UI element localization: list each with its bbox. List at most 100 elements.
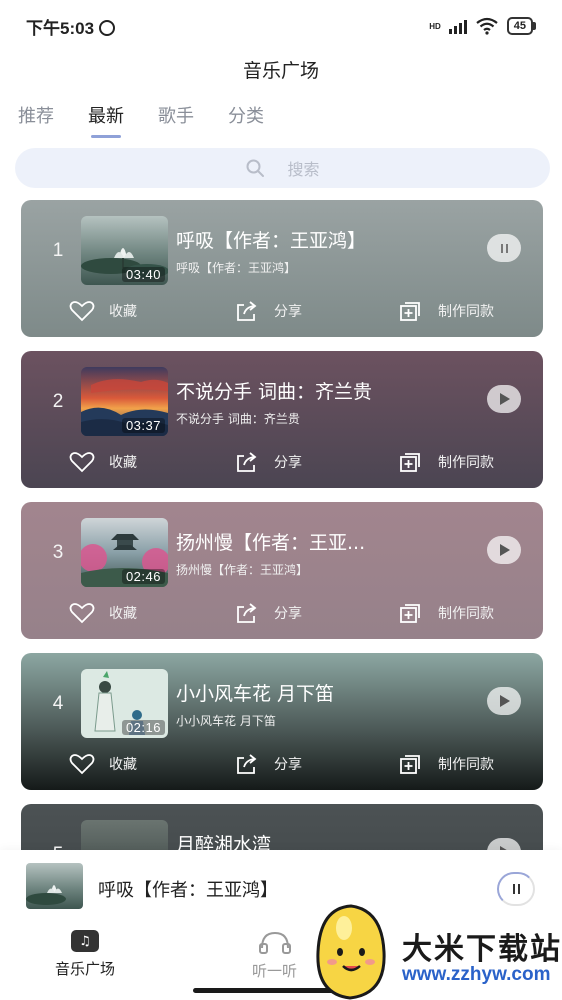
play-button[interactable] <box>487 536 521 564</box>
tab-bar: 推荐 最新 歌手 分类 <box>18 102 264 138</box>
song-cover: 03:37 <box>81 367 168 436</box>
song-card[interactable]: 2 03:37 不说分手 词曲：齐兰贵 不说分手 词曲：齐兰贵 收藏 分享 制作… <box>21 351 543 488</box>
pause-icon <box>512 884 520 894</box>
play-button[interactable] <box>487 687 521 715</box>
share-button[interactable]: 分享 <box>234 300 302 322</box>
network-type-label: HD <box>429 21 441 31</box>
music-note-icon: ♫ <box>71 930 99 952</box>
status-icons: HD 45 <box>429 17 536 35</box>
song-index: 1 <box>52 240 64 261</box>
song-cover: 03:40 <box>81 216 168 285</box>
collect-button[interactable]: 收藏 <box>69 602 137 624</box>
play-icon <box>500 393 510 405</box>
nav-music-square[interactable]: ♫ 音乐广场 <box>55 930 115 979</box>
signal-icon <box>448 18 467 34</box>
make-same-label: 制作同款 <box>438 304 494 320</box>
play-icon <box>500 544 510 556</box>
song-title: 扬州慢【作者：王亚... <box>176 532 366 554</box>
heart-icon <box>69 603 95 624</box>
collect-button[interactable]: 收藏 <box>69 451 137 473</box>
make-same-button[interactable]: 制作同款 <box>398 451 494 473</box>
heart-icon <box>69 452 95 473</box>
status-time: 下午5:03 <box>26 18 95 38</box>
heart-icon <box>69 754 95 775</box>
add-square-icon <box>400 302 420 321</box>
collect-label: 收藏 <box>109 757 137 773</box>
mini-player-cover <box>26 863 83 909</box>
share-icon <box>237 452 257 472</box>
watermark-name: 大米下载站 <box>402 932 562 967</box>
nav-listen[interactable]: 听一听 <box>252 930 297 981</box>
song-subtitle: 呼吸【作者：王亚鸿】 <box>176 261 297 275</box>
add-square-icon <box>400 604 420 623</box>
song-title: 小小风车花 月下笛 <box>176 683 335 705</box>
tab-singer[interactable]: 歌手 <box>158 102 194 138</box>
song-duration: 03:37 <box>121 418 165 433</box>
status-bar: 下午5:03 HD 45 <box>0 0 562 52</box>
play-button[interactable] <box>487 385 521 413</box>
make-same-label: 制作同款 <box>438 455 494 471</box>
share-button[interactable]: 分享 <box>234 602 302 624</box>
make-same-button[interactable]: 制作同款 <box>398 602 494 624</box>
share-label: 分享 <box>274 455 302 471</box>
headphones-icon <box>258 931 291 954</box>
song-title: 不说分手 词曲：齐兰贵 <box>176 381 373 403</box>
song-card[interactable]: 1 03:40 呼吸【作者：王亚鸿】 呼吸【作者：王亚鸿】 收藏 分享 制作同款 <box>21 200 543 337</box>
collect-button[interactable]: 收藏 <box>69 753 137 775</box>
pause-icon <box>500 243 508 253</box>
share-label: 分享 <box>274 304 302 320</box>
play-icon <box>500 695 510 707</box>
pause-button[interactable] <box>487 234 521 262</box>
make-same-label: 制作同款 <box>438 606 494 622</box>
tab-category[interactable]: 分类 <box>228 102 264 138</box>
alarm-icon <box>99 20 116 36</box>
add-square-icon <box>400 755 420 774</box>
share-button[interactable]: 分享 <box>234 451 302 473</box>
tab-latest[interactable]: 最新 <box>88 102 124 138</box>
collect-label: 收藏 <box>109 455 137 471</box>
collect-button[interactable]: 收藏 <box>69 300 137 322</box>
song-list: 1 03:40 呼吸【作者：王亚鸿】 呼吸【作者：王亚鸿】 收藏 分享 制作同款… <box>21 200 543 955</box>
song-cover: 02:16 <box>81 669 168 738</box>
song-subtitle: 小小风车花 月下笛 <box>176 714 276 728</box>
search-input[interactable]: 搜索 <box>15 148 550 188</box>
song-subtitle: 不说分手 词曲：齐兰贵 <box>176 412 300 426</box>
make-same-button[interactable]: 制作同款 <box>398 300 494 322</box>
song-subtitle: 扬州慢【作者：王亚鸿】 <box>176 563 309 577</box>
share-label: 分享 <box>274 606 302 622</box>
song-card[interactable]: 4 02:16 小小风车花 月下笛 小小风车花 月下笛 收藏 分享 制作同款 <box>21 653 543 790</box>
nav-label: 听一听 <box>252 962 298 980</box>
rice-mascot-logo <box>316 904 386 1000</box>
search-icon <box>246 159 265 177</box>
lotus-image <box>26 885 66 905</box>
song-card[interactable]: 3 02:46 扬州慢【作者：王亚... 扬州慢【作者：王亚鸿】 收藏 分享 制… <box>21 502 543 639</box>
song-duration: 02:16 <box>121 720 165 735</box>
make-same-button[interactable]: 制作同款 <box>398 753 494 775</box>
share-button[interactable]: 分享 <box>234 753 302 775</box>
song-cover: 02:46 <box>81 518 168 587</box>
make-same-label: 制作同款 <box>438 757 494 773</box>
song-duration: 02:46 <box>121 569 165 584</box>
nav-label: 音乐广场 <box>55 960 116 978</box>
search-placeholder: 搜索 <box>287 160 320 179</box>
tab-recommend[interactable]: 推荐 <box>18 102 54 138</box>
battery-icon: 45 <box>506 17 536 35</box>
heart-icon <box>69 301 95 322</box>
song-duration: 03:40 <box>121 267 165 282</box>
share-label: 分享 <box>274 757 302 773</box>
collect-label: 收藏 <box>109 304 137 320</box>
battery-level: 45 <box>506 17 533 35</box>
share-icon <box>237 754 257 774</box>
song-index: 2 <box>52 391 64 412</box>
watermark: 大米下载站 www.zzhyw.com <box>304 900 562 1000</box>
song-index: 4 <box>52 693 64 714</box>
share-icon <box>237 301 257 321</box>
add-square-icon <box>400 453 420 472</box>
mini-player-title: 呼吸【作者：王亚鸿】 <box>98 880 278 901</box>
song-index: 3 <box>52 542 64 563</box>
wifi-icon <box>476 17 498 35</box>
collect-label: 收藏 <box>109 606 137 622</box>
share-icon <box>237 603 257 623</box>
song-title: 呼吸【作者：王亚鸿】 <box>176 230 367 252</box>
watermark-url: www.zzhyw.com <box>402 964 551 985</box>
